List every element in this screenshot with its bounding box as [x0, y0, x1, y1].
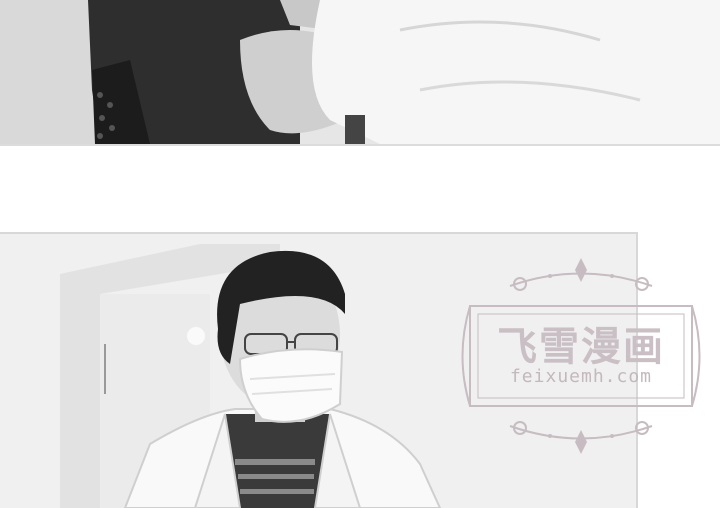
watermark: 飞雪漫画 feixuemh.com	[450, 256, 712, 456]
watermark-url: feixuemh.com	[509, 366, 653, 387]
watermark-title: 飞雪漫画	[497, 324, 665, 370]
panel-top-illustration	[0, 0, 720, 144]
comic-panel-top	[0, 0, 720, 146]
